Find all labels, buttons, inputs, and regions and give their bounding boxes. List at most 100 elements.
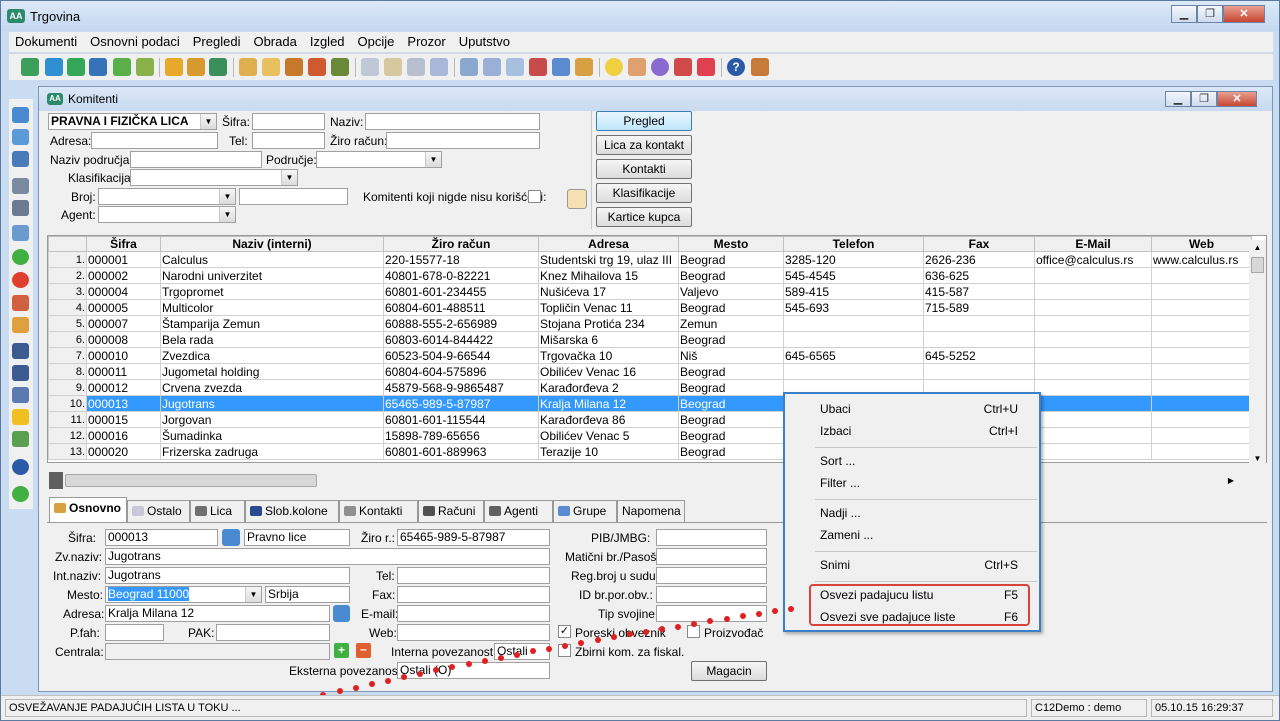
toolbar-12-icon[interactable] [285, 58, 303, 76]
menu-item-zameni[interactable]: Zameni ... [820, 528, 873, 542]
grid-vertical-scrollbar[interactable]: ▲ ▼ [1249, 240, 1266, 468]
map-icon[interactable] [333, 605, 350, 622]
title-bar[interactable]: AA Trgovina ▁ ❐ ✕ [1, 1, 1279, 31]
tab-racuni[interactable]: Računi [418, 500, 484, 522]
tab-slob-kolone[interactable]: Slob.kolone [245, 500, 339, 522]
find-icon[interactable] [12, 343, 29, 359]
child-close-icon[interactable]: ✕ [1217, 91, 1257, 107]
side-2-icon[interactable] [12, 129, 29, 145]
save-icon[interactable] [12, 107, 29, 123]
intnaziv-field[interactable]: Jugotrans [105, 567, 350, 584]
table-row[interactable]: 3. 000004 Trgopromet 60801-601-234455 Nušiće… [48, 283, 1252, 300]
user-search-icon[interactable] [567, 189, 587, 209]
toolbar-19-icon[interactable] [460, 58, 478, 76]
maticni-field[interactable] [656, 548, 767, 565]
sifra-field[interactable]: 000013 [105, 529, 218, 546]
menu-item-sort[interactable]: Sort ... [820, 454, 855, 468]
person-icon[interactable] [222, 529, 240, 546]
pfah-field[interactable] [105, 624, 164, 641]
toolbar-1-icon[interactable] [21, 58, 39, 76]
podrucje-select[interactable]: ▼ [316, 151, 442, 168]
table-row[interactable]: 11. 000015 Jorgovan 60801-601-115544 Karađor… [48, 411, 1252, 428]
lightbulb-icon[interactable] [605, 58, 623, 76]
pregled-button[interactable]: Pregled [596, 111, 692, 131]
toolbar-29-icon[interactable] [697, 58, 715, 76]
pak-field[interactable] [216, 624, 330, 641]
help-icon[interactable]: ? [727, 58, 745, 76]
toolbar-11-icon[interactable] [262, 58, 280, 76]
menu-pregledi[interactable]: Pregledi [187, 32, 248, 52]
menu-item-izbaci[interactable]: Izbaci [820, 424, 851, 438]
menu-item-nadji[interactable]: Nadji ... [820, 506, 861, 520]
menu-uputstvo[interactable]: Uputstvo [453, 32, 517, 52]
side-6-icon[interactable] [12, 225, 29, 241]
tag-icon[interactable] [628, 58, 646, 76]
toolbar-24-icon[interactable] [575, 58, 593, 76]
ziro-field[interactable]: 65465-989-5-87987 [397, 529, 550, 546]
remove-icon[interactable] [12, 272, 29, 288]
toolbar-28-icon[interactable] [674, 58, 692, 76]
menu-item-ubaci[interactable]: Ubaci [820, 402, 851, 416]
add-icon[interactable] [12, 249, 29, 265]
column-header[interactable]: E-Mail [1034, 236, 1152, 252]
tab-agenti[interactable]: Agenti [484, 500, 553, 522]
idbr-field[interactable] [656, 586, 767, 603]
toolbar-4-icon[interactable] [89, 58, 107, 76]
menu-opcije[interactable]: Opcije [352, 32, 402, 52]
table-row[interactable]: 4. 000005 Multicolor 60804-601-488511 Toplič… [48, 299, 1252, 316]
drzava-field[interactable]: Srbija [265, 586, 350, 603]
mesto-select[interactable]: Beograd 11000 ▼ [105, 586, 262, 603]
toolbar-22-icon[interactable] [529, 58, 547, 76]
ziro-filter-input[interactable] [386, 132, 540, 149]
kartice-kupca-button[interactable]: Kartice kupca [596, 207, 692, 227]
calendar-icon[interactable] [430, 58, 448, 76]
restore-icon[interactable]: ❐ [1197, 5, 1223, 23]
toolbar-8-icon[interactable] [187, 58, 205, 76]
side-5-icon[interactable] [12, 200, 29, 216]
broj-select[interactable]: ▼ [98, 188, 236, 205]
sort-icon[interactable] [12, 387, 29, 403]
toolbar-10-icon[interactable] [239, 58, 257, 76]
table-row[interactable]: 10. 000013 Jugotrans 65465-989-5-87987 Kralj… [48, 395, 1252, 412]
toolbar-13-icon[interactable] [308, 58, 326, 76]
web-field[interactable] [397, 624, 550, 641]
menu-izgled[interactable]: Izgled [304, 32, 352, 52]
child-minimize-icon[interactable]: ▁ [1165, 91, 1191, 107]
column-header[interactable]: Adresa [538, 236, 679, 252]
toolbar-6-icon[interactable] [136, 58, 154, 76]
toolbar-2-icon[interactable] [45, 58, 63, 76]
zvnaziv-field[interactable]: Jugotrans [105, 548, 550, 565]
tel-filter-input[interactable] [252, 132, 325, 149]
toolbar-3-icon[interactable] [67, 58, 85, 76]
undo-icon[interactable] [12, 295, 29, 311]
filter-icon[interactable] [12, 409, 29, 425]
column-header[interactable]: Mesto [678, 236, 784, 252]
email-field[interactable] [397, 605, 550, 622]
naziv-filter-input[interactable] [365, 113, 540, 130]
column-header[interactable]: Telefon [783, 236, 924, 252]
tab-osnovno[interactable]: Osnovno [49, 497, 127, 523]
centrala-field[interactable] [105, 643, 330, 660]
minimize-icon[interactable]: ▁ [1171, 5, 1197, 23]
menu-osnovni-podaci[interactable]: Osnovni podaci [84, 32, 187, 52]
table-row[interactable]: 9. 000012 Crvena zvezda 45879-568-9-9865487… [48, 379, 1252, 396]
tel-field[interactable] [397, 567, 550, 584]
tab-lica[interactable]: Lica [190, 500, 245, 522]
menu-item-snimi[interactable]: Snimi [820, 558, 850, 572]
komitenti-title-bar[interactable]: AA Komitenti ▁ ❐ ✕ [39, 87, 1272, 111]
table-row[interactable]: 2. 000002 Narodni univerzitet 40801-678-0-8… [48, 267, 1252, 284]
side-ok-icon[interactable] [12, 486, 29, 502]
find-next-icon[interactable] [12, 365, 29, 381]
tab-kontakti[interactable]: Kontakti [339, 500, 418, 522]
toolbar-9-icon[interactable] [209, 58, 227, 76]
table-row[interactable]: 5. 000007 Štamparija Zemun 60888-555-2-6569… [48, 315, 1252, 332]
remove-centrala-icon[interactable]: – [356, 643, 371, 658]
side-3-icon[interactable] [12, 151, 29, 167]
menu-prozor[interactable]: Prozor [401, 32, 452, 52]
toolbar-16-icon[interactable] [384, 58, 402, 76]
menu-obrada[interactable]: Obrada [247, 32, 303, 52]
toolbar-20-icon[interactable] [483, 58, 501, 76]
exit-icon[interactable] [751, 58, 769, 76]
adresa-filter-input[interactable] [91, 132, 218, 149]
table-row[interactable]: 7. 000010 Zvezdica 60523-504-9-66544 Trgovač… [48, 347, 1252, 364]
